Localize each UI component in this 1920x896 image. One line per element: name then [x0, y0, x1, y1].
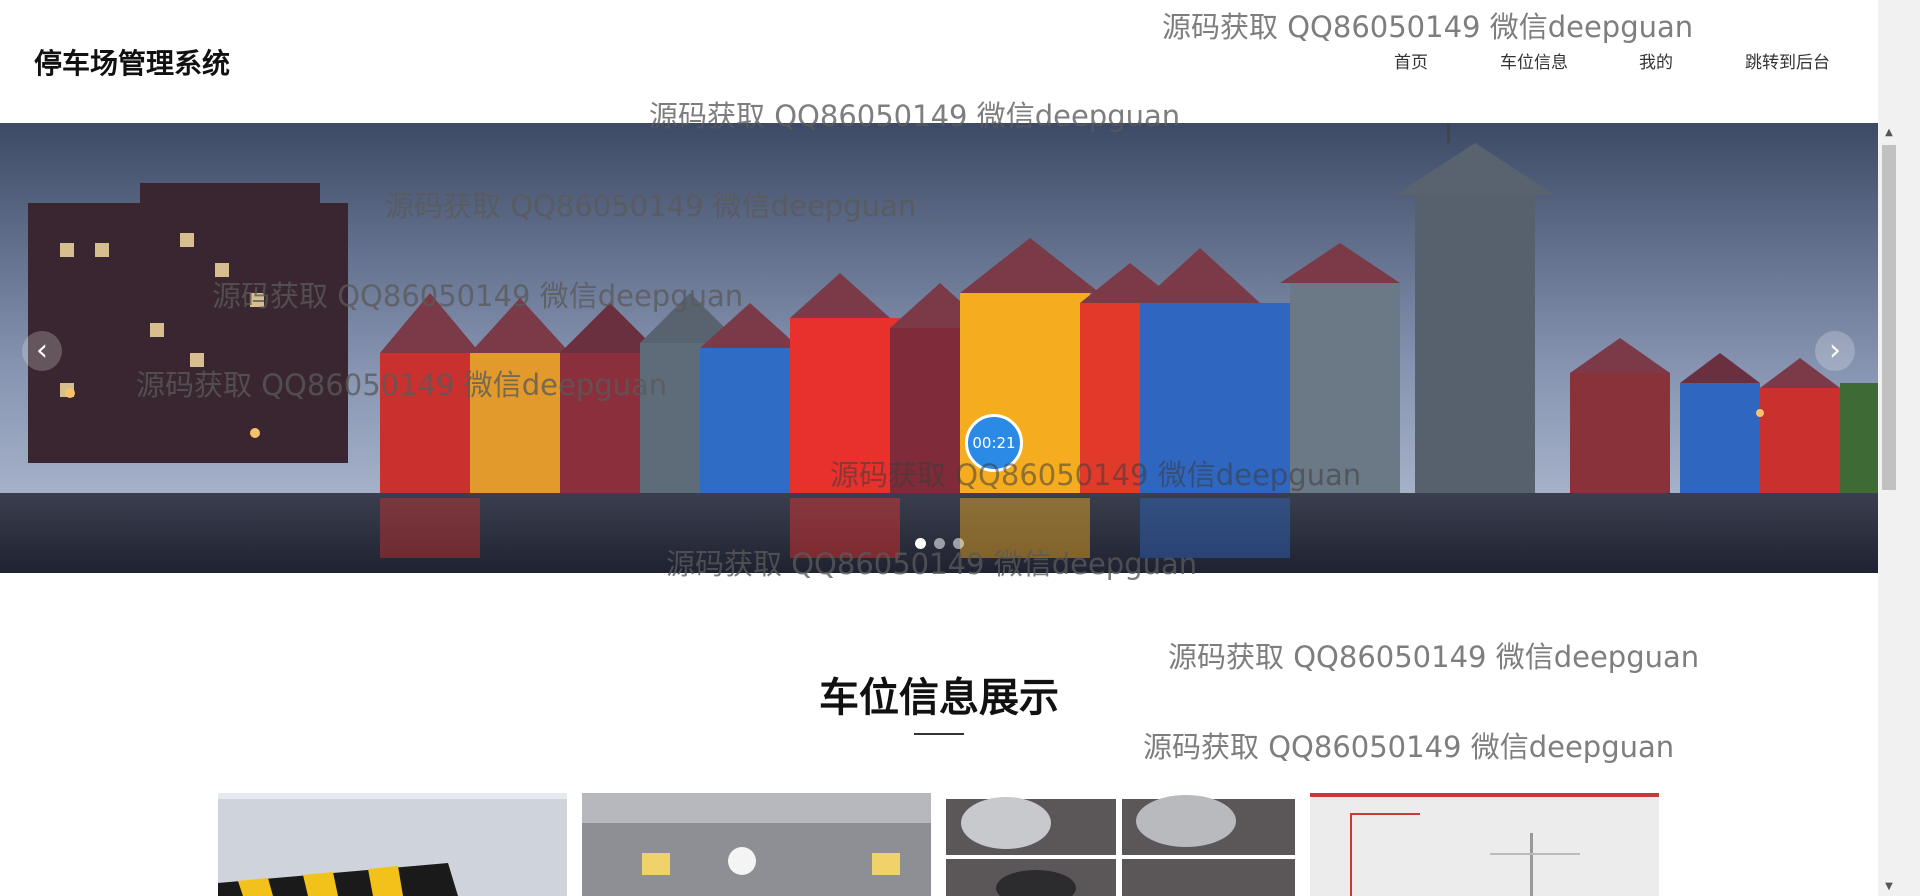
scroll-down-arrow-icon[interactable]: ▼: [1882, 880, 1896, 894]
parking-card[interactable]: [218, 793, 567, 896]
parking-card-image: [946, 793, 1295, 896]
title-divider: [914, 733, 964, 735]
carousel-dot[interactable]: [915, 538, 926, 549]
parking-card[interactable]: [946, 793, 1295, 896]
carousel-indicators: [915, 538, 964, 549]
site-header: 停车场管理系统 首页 车位信息 我的 跳转到后台: [0, 0, 1878, 123]
banner-image: [0, 123, 1878, 573]
chevron-right-icon: ›: [1829, 333, 1841, 368]
carousel-dot[interactable]: [953, 538, 964, 549]
scrollbar-thumb[interactable]: [1882, 145, 1896, 490]
chevron-left-icon: ‹: [36, 333, 48, 368]
parking-card[interactable]: [582, 793, 931, 896]
banner-carousel[interactable]: [0, 123, 1878, 573]
watermark-text: 源码获取 QQ86050149 微信deepguan: [1143, 730, 1675, 764]
parking-card[interactable]: [1310, 793, 1659, 896]
section-title: 车位信息展示: [819, 675, 1059, 721]
parking-card-image: [1310, 793, 1659, 896]
carousel-dot[interactable]: [934, 538, 945, 549]
nav-home[interactable]: 首页: [1394, 48, 1428, 73]
nav-admin[interactable]: 跳转到后台: [1745, 48, 1830, 73]
carousel-prev-button[interactable]: ‹: [22, 331, 62, 371]
parking-card-list: [218, 793, 1660, 896]
carousel-next-button[interactable]: ›: [1815, 331, 1855, 371]
timer-badge: 00:21: [965, 414, 1023, 472]
parking-card-image: [582, 793, 931, 896]
nav-parking-info[interactable]: 车位信息: [1500, 48, 1568, 73]
parking-card-image: [218, 793, 567, 896]
main-nav: 首页 车位信息 我的 跳转到后台: [0, 48, 1878, 73]
scroll-up-arrow-icon[interactable]: ▲: [1882, 126, 1896, 140]
nav-mine[interactable]: 我的: [1639, 48, 1673, 73]
